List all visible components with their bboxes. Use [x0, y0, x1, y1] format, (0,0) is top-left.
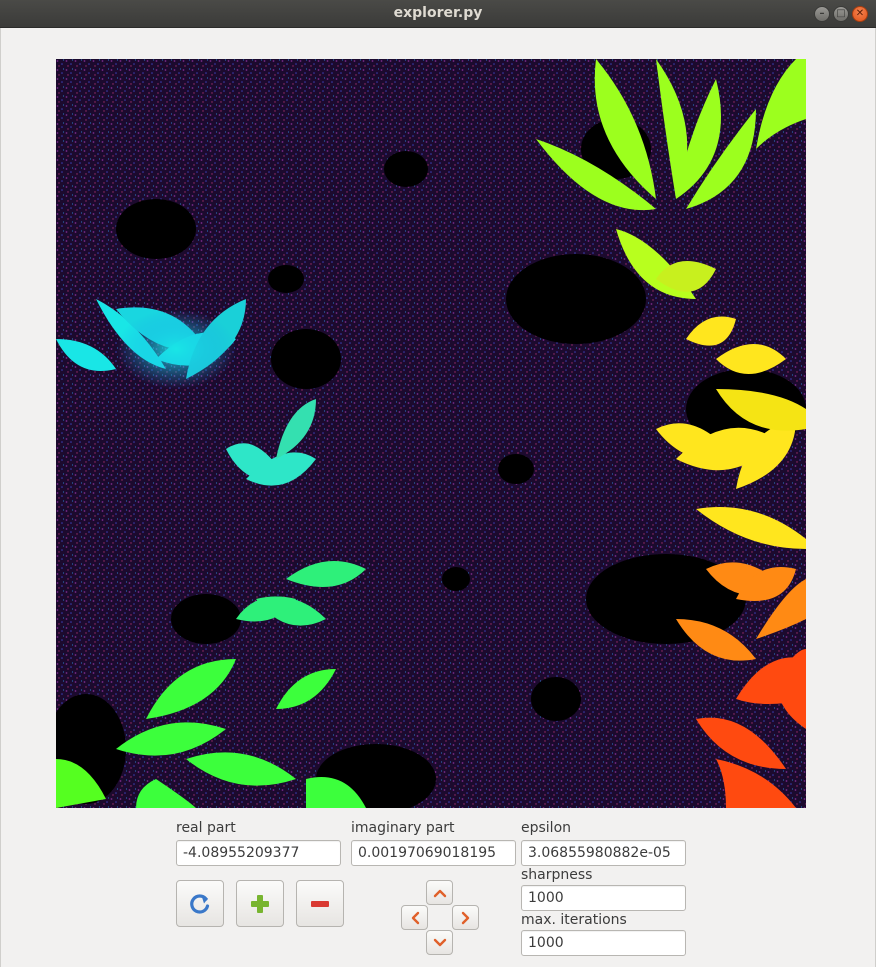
window-title: explorer.py — [393, 5, 483, 21]
zoom-in-button[interactable] — [236, 880, 284, 927]
refresh-icon — [190, 893, 210, 914]
zoom-out-button[interactable] — [296, 880, 344, 927]
sharpness-label: sharpness — [521, 867, 593, 883]
imaginary-part-label: imaginary part — [351, 820, 455, 836]
pan-down-button[interactable] — [426, 930, 453, 955]
minimize-icon: – — [819, 8, 825, 19]
maximize-button[interactable]: □ — [833, 6, 849, 22]
chevron-up-icon — [433, 889, 446, 897]
pan-up-button[interactable] — [426, 880, 453, 905]
chevron-down-icon — [433, 938, 446, 946]
pan-left-button[interactable] — [401, 905, 428, 930]
maximize-icon: □ — [836, 8, 846, 19]
refresh-button[interactable] — [176, 880, 224, 927]
window-titlebar: explorer.py – □ ✕ — [0, 0, 876, 28]
chevron-right-icon — [461, 911, 469, 924]
real-part-input[interactable]: -4.08955209377 — [176, 840, 341, 866]
epsilon-label: epsilon — [521, 820, 572, 836]
fractal-image — [56, 59, 806, 808]
max-iterations-input[interactable]: 1000 — [521, 930, 686, 956]
close-button[interactable]: ✕ — [852, 6, 868, 22]
pan-right-button[interactable] — [452, 905, 479, 930]
max-iterations-label: max. iterations — [521, 912, 627, 928]
close-icon: ✕ — [855, 8, 865, 19]
minimize-button[interactable]: – — [814, 6, 830, 22]
epsilon-input[interactable]: 3.06855980882e-05 — [521, 840, 686, 866]
plus-icon — [251, 894, 269, 913]
fractal-view[interactable] — [56, 59, 806, 808]
imaginary-part-input[interactable]: 0.00197069018195 — [351, 840, 516, 866]
minus-icon — [311, 900, 329, 907]
sharpness-input[interactable]: 1000 — [521, 885, 686, 911]
real-part-label: real part — [176, 820, 236, 836]
chevron-left-icon — [411, 911, 419, 924]
